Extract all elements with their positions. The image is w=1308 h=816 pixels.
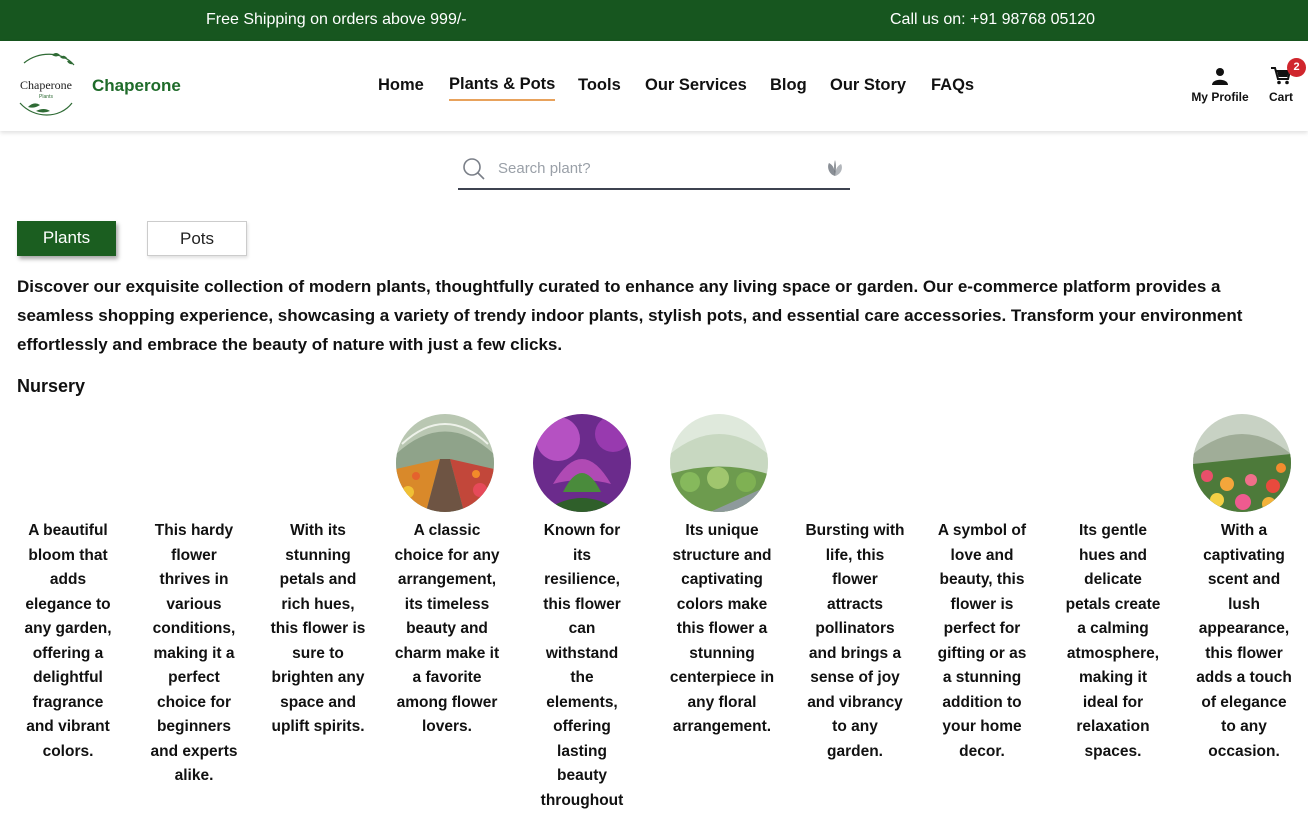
product-image-5[interactable] bbox=[533, 414, 631, 512]
chaperone-logo[interactable]: Chaperone Plants bbox=[10, 49, 82, 121]
product-image-10[interactable] bbox=[1193, 414, 1291, 512]
nav-tools[interactable]: Tools bbox=[578, 76, 621, 95]
section-title: Nursery bbox=[17, 376, 86, 396]
product-image-6[interactable] bbox=[670, 414, 768, 512]
product-description: This hardy flower thrives in various con… bbox=[150, 522, 238, 784]
search-icon[interactable] bbox=[462, 157, 486, 181]
nav-home[interactable]: Home bbox=[378, 76, 424, 95]
tab-pots[interactable]: Pots bbox=[147, 221, 247, 256]
brand-name[interactable]: Chaperone bbox=[92, 76, 181, 96]
cart-label: Cart bbox=[1268, 90, 1293, 104]
logo-text: Chaperone bbox=[20, 78, 72, 92]
product-description: A classic choice for any arrangement, it… bbox=[394, 522, 500, 735]
site-header: Chaperone Plants Chaperone Home Plants &… bbox=[0, 41, 1308, 131]
cart-count-badge: 2 bbox=[1287, 58, 1306, 77]
nav-blog[interactable]: Blog bbox=[770, 76, 807, 95]
intro-text: Discover our exquisite collection of mod… bbox=[17, 277, 1243, 354]
product-description: A beautiful bloom that adds elegance to … bbox=[24, 522, 112, 760]
user-icon bbox=[1212, 68, 1228, 85]
product-image-4[interactable] bbox=[396, 414, 494, 512]
phone-text: Call us on: +91 98768 05120 bbox=[890, 11, 1096, 28]
search-bar bbox=[458, 150, 850, 190]
nav-faqs[interactable]: FAQs bbox=[931, 76, 974, 95]
product-description: With a captivating scent and lush appear… bbox=[1196, 522, 1292, 760]
my-profile-button[interactable]: My Profile bbox=[1188, 67, 1252, 104]
logo-subtext: Plants bbox=[39, 94, 53, 100]
product-description: A symbol of love and beauty, this flower… bbox=[937, 522, 1027, 760]
my-profile-label: My Profile bbox=[1191, 90, 1249, 104]
product-description: Known for its resilience, this flower ca… bbox=[540, 522, 624, 809]
product-description: Its unique structure and captivating col… bbox=[669, 522, 775, 735]
nav-plants-pots[interactable]: Plants & Pots bbox=[449, 75, 556, 101]
nav-our-services[interactable]: Our Services bbox=[645, 76, 747, 95]
leaf-icon bbox=[828, 160, 842, 176]
promo-bar: Free Shipping on orders above 999/- Call… bbox=[0, 0, 1308, 41]
search-input[interactable] bbox=[498, 156, 808, 180]
nav-our-story[interactable]: Our Story bbox=[830, 76, 906, 95]
free-shipping-text: Free Shipping on orders above 999/- bbox=[206, 11, 467, 28]
product-description: With its stunning petals and rich hues, … bbox=[270, 522, 366, 735]
product-description: Bursting with life, this flower attracts… bbox=[805, 522, 905, 760]
product-description: Its gentle hues and delicate petals crea… bbox=[1065, 522, 1161, 760]
tab-plants[interactable]: Plants bbox=[17, 221, 116, 256]
